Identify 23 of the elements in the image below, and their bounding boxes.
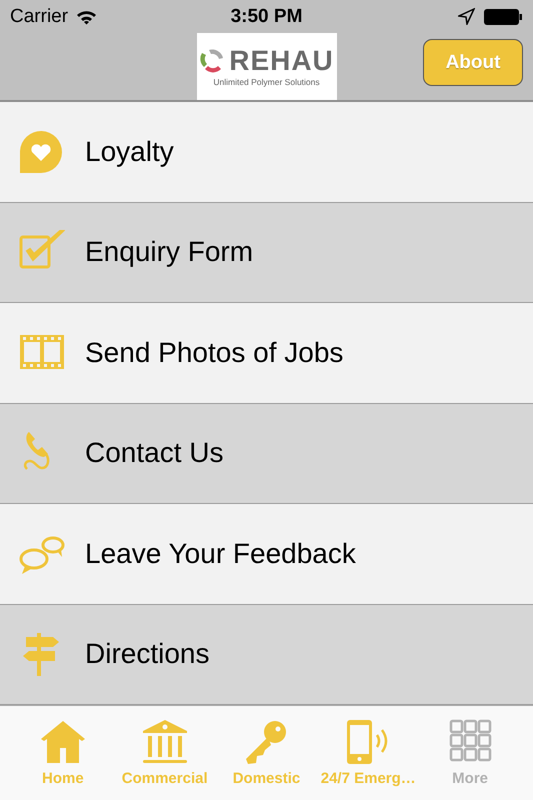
menu-label: Enquiry Form bbox=[85, 236, 254, 268]
carrier-name: Carrier bbox=[10, 6, 68, 28]
wifi-icon bbox=[76, 8, 98, 24]
tab-label: Commercial bbox=[122, 770, 208, 787]
logo-wordmark: REHAU bbox=[229, 46, 334, 74]
status-time: 3:50 PM bbox=[230, 6, 302, 28]
battery-icon bbox=[483, 8, 523, 26]
location-arrow-icon bbox=[458, 8, 475, 25]
menu-label: Leave Your Feedback bbox=[85, 538, 356, 570]
heart-bubble-icon bbox=[19, 128, 65, 175]
menu-label: Loyalty bbox=[85, 136, 174, 168]
menu-row[interactable]: Enquiry Form bbox=[0, 202, 533, 303]
tab-label: 24/7 Emerg… bbox=[320, 770, 416, 787]
menu-label: Contact Us bbox=[85, 437, 224, 470]
menu-row[interactable]: Directions bbox=[0, 604, 533, 705]
tab-label: More bbox=[452, 770, 488, 787]
menu-row[interactable]: Contact Us bbox=[0, 404, 533, 504]
menu-label: Directions bbox=[85, 638, 210, 670]
tab-label: Home bbox=[42, 770, 84, 787]
menu-label: Send Photos of Jobs bbox=[85, 336, 344, 369]
logo-emblem-icon bbox=[199, 48, 226, 74]
logo-tagline: Unlimited Polymer Solutions bbox=[213, 76, 320, 86]
tab-label: Domestic bbox=[232, 770, 300, 787]
